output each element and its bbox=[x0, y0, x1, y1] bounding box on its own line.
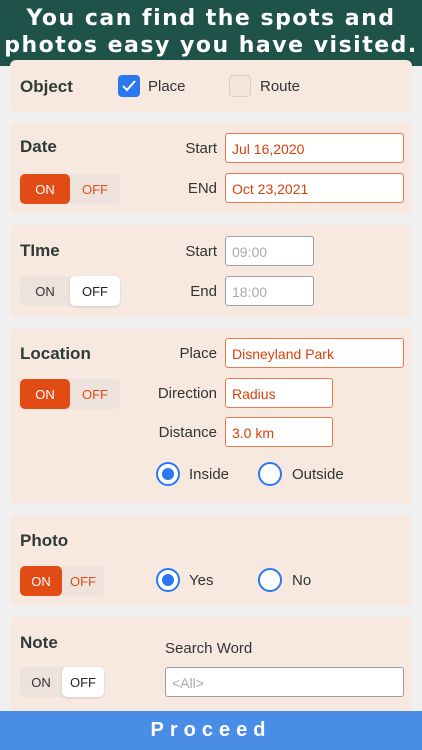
photo-card: Photo ON OFF Yes No bbox=[10, 515, 412, 606]
time-off-button[interactable]: OFF bbox=[70, 276, 120, 306]
outside-radio[interactable] bbox=[258, 462, 282, 486]
object-card: Object Place Route bbox=[10, 60, 412, 112]
distance-label: Distance bbox=[158, 424, 217, 441]
no-radio-label[interactable]: No bbox=[292, 572, 311, 589]
time-end-label: End bbox=[190, 283, 217, 300]
inside-radio-label[interactable]: Inside bbox=[189, 466, 229, 483]
date-on-button[interactable]: ON bbox=[20, 174, 70, 204]
yes-radio-label[interactable]: Yes bbox=[189, 572, 213, 589]
time-label: TIme bbox=[20, 241, 60, 260]
location-label: Location bbox=[20, 344, 91, 363]
photo-toggle: ON OFF bbox=[20, 566, 104, 596]
search-word-input[interactable]: <All> bbox=[165, 667, 404, 697]
direction-label: Direction bbox=[157, 385, 217, 402]
direction-input[interactable]: Radius bbox=[225, 378, 333, 408]
search-word-label: Search Word bbox=[165, 640, 253, 657]
time-toggle: ON OFF bbox=[20, 276, 120, 306]
outside-radio-label[interactable]: Outside bbox=[292, 466, 344, 483]
date-off-button[interactable]: OFF bbox=[70, 174, 120, 204]
object-label: Object bbox=[20, 77, 73, 96]
location-off-button[interactable]: OFF bbox=[70, 379, 120, 409]
time-start-input[interactable]: 09:00 bbox=[225, 236, 314, 266]
location-place-label: Place bbox=[179, 345, 217, 362]
date-toggle: ON OFF bbox=[20, 174, 120, 204]
note-card: Note Search Word ON OFF <All> bbox=[10, 617, 412, 711]
location-card: Location Place Disneyland Park ON OFF Di… bbox=[10, 328, 412, 504]
date-card: Date Start Jul 16,2020 ON OFF ENd Oct 23… bbox=[10, 122, 412, 214]
note-toggle: ON OFF bbox=[20, 667, 104, 697]
note-off-button[interactable]: OFF bbox=[62, 667, 104, 697]
location-on-button[interactable]: ON bbox=[20, 379, 70, 409]
date-label: Date bbox=[20, 137, 57, 156]
date-start-label: Start bbox=[185, 140, 217, 157]
route-checkbox[interactable] bbox=[229, 75, 251, 97]
banner-line-2: photos easy you have visited. bbox=[4, 33, 418, 58]
location-place-input[interactable]: Disneyland Park bbox=[225, 338, 404, 368]
place-checkbox[interactable] bbox=[118, 75, 140, 97]
time-end-input[interactable]: 18:00 bbox=[225, 276, 314, 306]
photo-label: Photo bbox=[20, 531, 69, 550]
photo-on-button[interactable]: ON bbox=[20, 566, 62, 596]
place-option-label[interactable]: Place bbox=[148, 78, 186, 95]
banner-line-1: You can find the spots and bbox=[26, 6, 396, 31]
promo-banner: You can find the spots and photos easy y… bbox=[0, 0, 422, 66]
time-card: TIme Start 09:00 ON OFF End 18:00 bbox=[10, 225, 412, 317]
date-start-input[interactable]: Jul 16,2020 bbox=[225, 133, 404, 163]
checkmark-icon bbox=[122, 80, 136, 92]
inside-radio[interactable] bbox=[156, 462, 180, 486]
route-option-label[interactable]: Route bbox=[260, 78, 300, 95]
note-label: Note bbox=[20, 633, 58, 652]
date-end-label: ENd bbox=[187, 180, 217, 197]
photo-off-button[interactable]: OFF bbox=[62, 566, 104, 596]
distance-input[interactable]: 3.0 km bbox=[225, 417, 333, 447]
yes-radio[interactable] bbox=[156, 568, 180, 592]
date-end-input[interactable]: Oct 23,2021 bbox=[225, 173, 404, 203]
location-toggle: ON OFF bbox=[20, 379, 120, 409]
no-radio[interactable] bbox=[258, 568, 282, 592]
proceed-button[interactable]: Proceed bbox=[0, 711, 422, 750]
time-on-button[interactable]: ON bbox=[20, 276, 70, 306]
time-start-label: Start bbox=[185, 243, 217, 260]
note-on-button[interactable]: ON bbox=[20, 667, 62, 697]
